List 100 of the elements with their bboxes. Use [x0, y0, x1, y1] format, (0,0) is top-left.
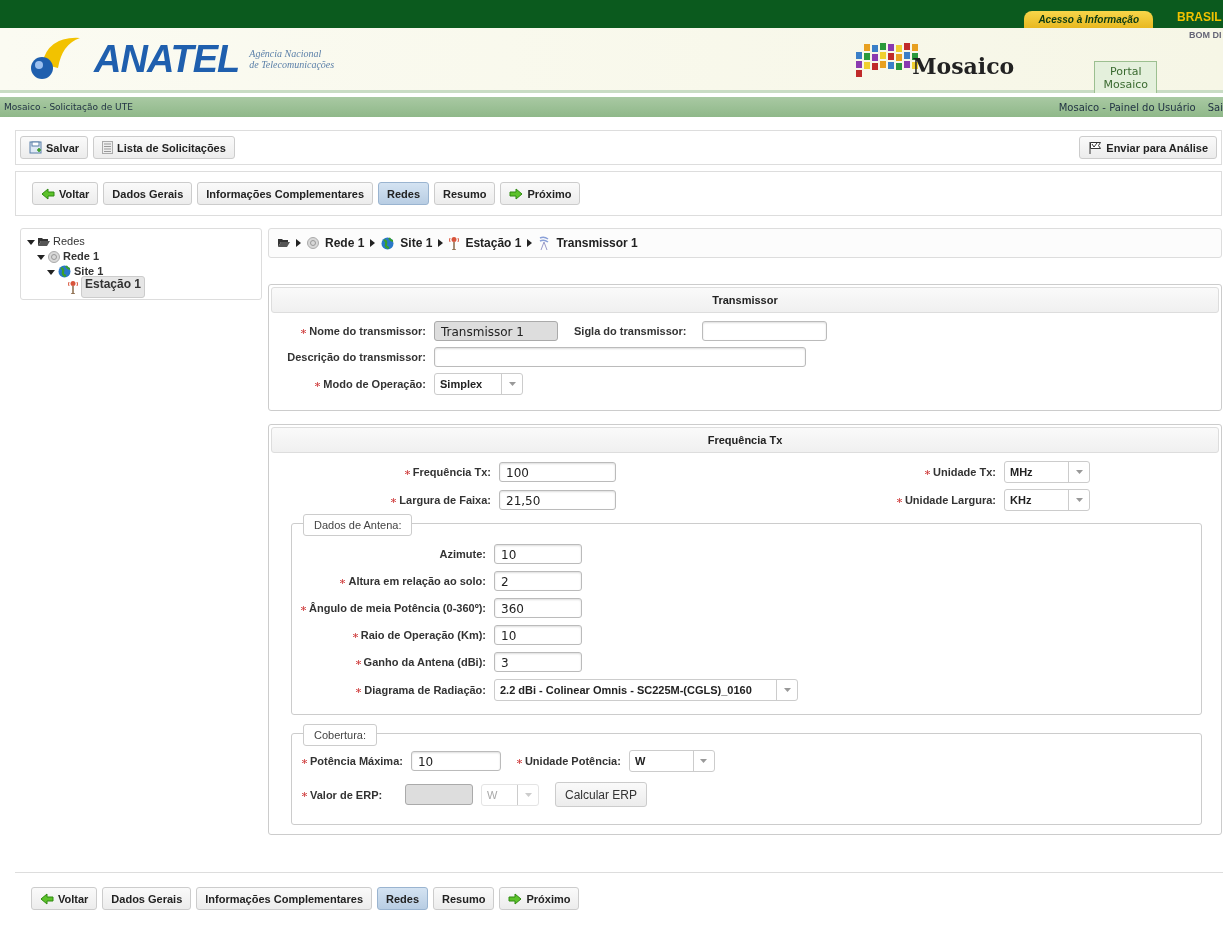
text-field[interactable]: 10	[494, 544, 582, 564]
field-label: Altura em relação ao solo:	[348, 575, 486, 587]
path-item[interactable]: Rede 1	[325, 236, 365, 250]
field-label: Ganho da Antena (dBi):	[363, 656, 486, 668]
brand-text[interactable]: BRASIL	[1177, 10, 1223, 28]
dropdown-caret-icon	[700, 759, 708, 763]
header-link[interactable]: Mosaico - Painel do Usuário	[1058, 101, 1196, 113]
required-icon	[404, 469, 410, 475]
step-tab[interactable]: Redes	[377, 887, 429, 910]
required-icon	[301, 328, 307, 334]
calculate-button[interactable]: Calcular ERP	[555, 782, 648, 807]
text-field[interactable]: 10	[494, 625, 582, 645]
text-field[interactable]: Transmissor 1	[434, 321, 558, 341]
required-icon	[340, 578, 346, 584]
field-label: Sigla do transmissor:	[574, 325, 687, 337]
antenna-icon	[68, 279, 78, 294]
field-label: Frequência Tx:	[412, 466, 491, 478]
separator-arrow-icon	[438, 239, 444, 247]
step-tab[interactable]: Redes	[378, 182, 430, 205]
field-label: Descrição do transmissor:	[287, 351, 426, 363]
field-label: Largura de Faixa:	[399, 494, 491, 506]
portal-tab[interactable]: Portal Mosaico	[1094, 61, 1157, 93]
expanded-caret-icon[interactable]	[37, 252, 45, 261]
fieldset-legend: Cobertura:	[303, 724, 377, 746]
step-tab[interactable]: Próximo	[500, 182, 581, 205]
required-icon	[302, 758, 307, 764]
toolbar-button[interactable]: Salvar	[20, 136, 89, 159]
expanded-caret-icon[interactable]	[27, 237, 35, 246]
tree-item[interactable]: Rede 1	[63, 250, 100, 263]
text-field[interactable]	[702, 321, 828, 341]
text-field[interactable]	[434, 347, 806, 367]
page-title: Mosaico - Solicitação de UTE	[4, 102, 133, 112]
network-icon	[307, 237, 319, 249]
network-icon	[48, 250, 60, 263]
path-item[interactable]: Transmissor 1	[556, 236, 638, 250]
text-field[interactable]: 10	[410, 751, 501, 771]
field-label: Unidade Potência:	[524, 755, 621, 767]
dropdown[interactable]: MHz	[1004, 461, 1090, 483]
text-field[interactable]: 3	[494, 652, 582, 672]
toolbar-button[interactable]: Lista de Solicitações	[93, 136, 235, 159]
required-icon	[356, 687, 362, 693]
dropdown-caret-icon	[1075, 498, 1083, 502]
field-label: Raio de Operação (Km):	[360, 629, 486, 641]
dropdown-caret-icon	[524, 792, 532, 797]
field-label: Valor de ERP:	[310, 788, 383, 801]
header-link[interactable]: Sai	[1207, 101, 1223, 113]
text-field[interactable]: 360	[494, 598, 582, 618]
antenna-icon	[449, 236, 460, 250]
dropdown[interactable]: Simplex	[434, 373, 523, 395]
step-tab[interactable]: Dados Gerais	[103, 182, 193, 205]
step-tab[interactable]: Resumo	[434, 182, 496, 205]
dropdown[interactable]: KHz	[1004, 489, 1090, 511]
required-icon	[355, 659, 361, 665]
right-arrow-icon	[509, 187, 524, 200]
access-link[interactable]: Acesso à Informação	[1024, 11, 1153, 28]
submit-button[interactable]: Enviar para Análise	[1079, 136, 1217, 159]
section-title: Transmissor	[271, 287, 1219, 313]
required-icon	[301, 605, 306, 611]
dropdown-caret-icon	[508, 382, 516, 386]
step-tab[interactable]: Voltar	[31, 887, 98, 910]
tree-item[interactable]: Site 1	[74, 265, 104, 278]
text-field[interactable]: 21,50	[499, 490, 616, 510]
brand-subtext: BOM DI	[1189, 30, 1223, 40]
step-tab[interactable]: Resumo	[433, 887, 495, 910]
tree-item[interactable]: Estação 1	[81, 275, 146, 298]
field-label: Nome do transmissor:	[309, 325, 426, 337]
fieldset-legend: Dados de Antena:	[303, 514, 413, 536]
globe-icon	[381, 236, 395, 250]
step-tab[interactable]: Informações Complementares	[197, 182, 373, 205]
step-tab[interactable]: Voltar	[32, 182, 99, 205]
text-field[interactable]: 100	[499, 462, 616, 482]
step-tab[interactable]: Dados Gerais	[102, 887, 192, 910]
app-name: Mosaico	[912, 53, 1015, 79]
field-label: Ângulo de meia Potência (0-360º):	[309, 602, 486, 614]
separator-arrow-icon	[370, 239, 376, 247]
transmitter-icon	[538, 236, 551, 250]
required-icon	[896, 497, 902, 503]
step-tab[interactable]: Informações Complementares	[196, 887, 372, 910]
separator-arrow-icon	[527, 239, 533, 247]
tree-item[interactable]: Redes	[53, 235, 85, 248]
expanded-caret-icon[interactable]	[47, 267, 55, 276]
path-item[interactable]: Site 1	[400, 236, 433, 250]
right-arrow-icon	[508, 892, 523, 905]
separator-arrow-icon	[296, 239, 301, 247]
path-item[interactable]: Estação 1	[465, 236, 522, 250]
text-field[interactable]: 2	[494, 571, 582, 591]
required-icon	[302, 792, 307, 797]
field-label: Diagrama de Radiação:	[364, 684, 486, 696]
dropdown[interactable]: 2.2 dBi - Colinear Omnis - SC225M-(CGLS)_0160	[494, 679, 798, 701]
left-arrow-icon	[41, 187, 55, 200]
field-label: Unidade Tx:	[933, 466, 996, 478]
save-icon	[29, 141, 42, 154]
dropdown[interactable]: W	[628, 750, 715, 772]
required-icon	[925, 469, 931, 475]
left-arrow-icon	[40, 892, 54, 905]
section-title: Frequência Tx	[271, 427, 1219, 453]
folder-icon	[38, 236, 50, 247]
step-tab[interactable]: Próximo	[499, 887, 580, 910]
agency-name: Agência Nacional	[249, 48, 323, 59]
field-label: Modo de Operação:	[323, 378, 426, 390]
